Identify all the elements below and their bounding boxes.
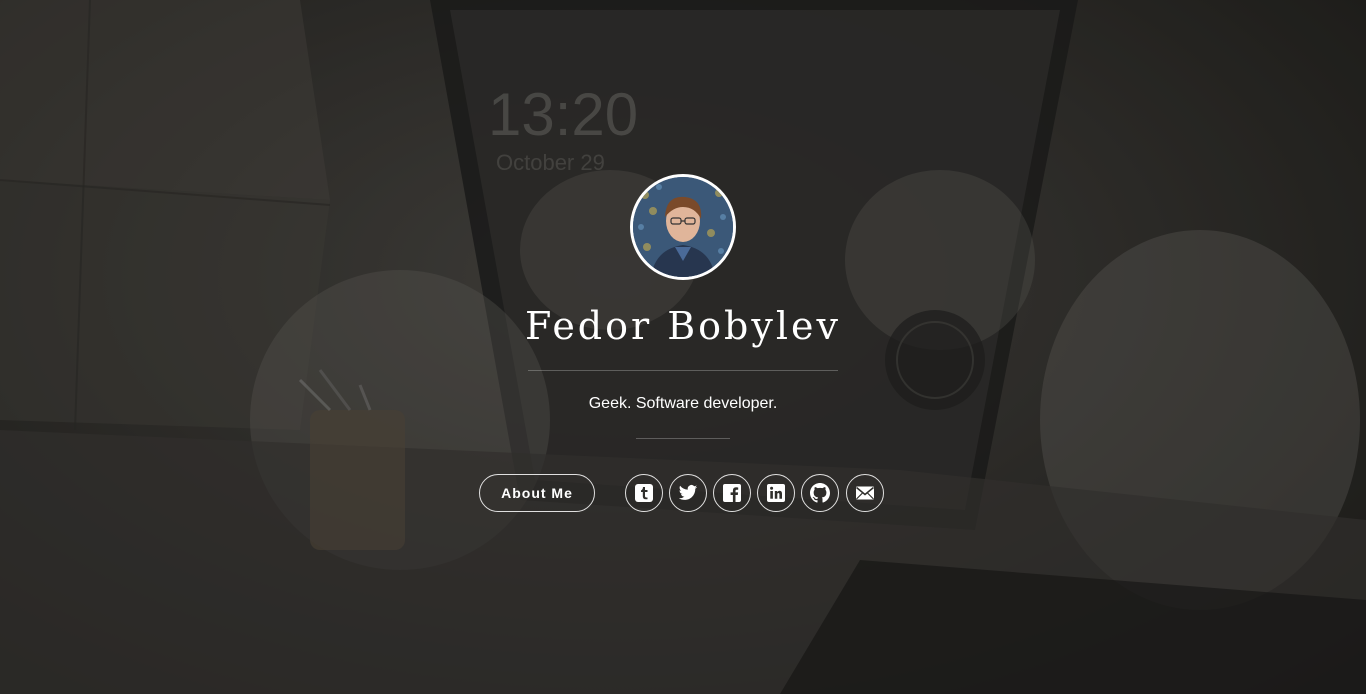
linkedin-link[interactable] (757, 474, 795, 512)
profile-tagline: Geek. Software developer. (588, 395, 778, 412)
github-icon (810, 483, 830, 503)
about-me-button[interactable]: About Me (479, 474, 595, 512)
tumblr-link[interactable] (625, 474, 663, 512)
email-link[interactable] (846, 474, 884, 512)
email-icon (856, 486, 874, 500)
tumblr-icon (635, 484, 653, 502)
avatar (630, 174, 736, 280)
divider-short (636, 438, 730, 439)
avatar-photo (633, 177, 733, 277)
twitter-link[interactable] (669, 474, 707, 512)
divider (528, 370, 838, 371)
twitter-icon (678, 485, 698, 500)
github-link[interactable] (801, 474, 839, 512)
facebook-link[interactable] (713, 474, 751, 512)
facebook-icon (723, 484, 741, 502)
linkedin-icon (767, 484, 785, 502)
profile-name: Fedor Bobylev (525, 304, 841, 348)
hero: Fedor Bobylev Geek. Software developer. … (0, 0, 1366, 694)
